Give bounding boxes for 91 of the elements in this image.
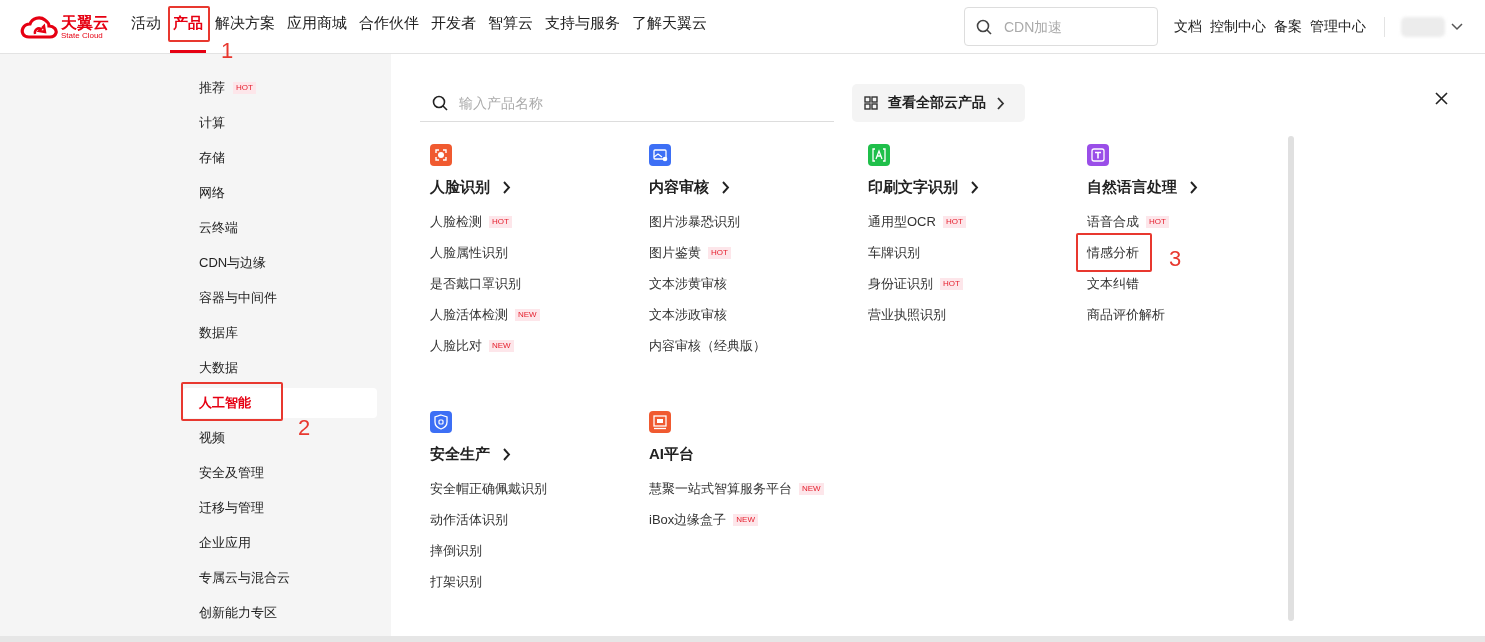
category-title[interactable]: 安全生产 xyxy=(430,443,511,465)
active-underline xyxy=(170,50,206,53)
sidebar-item[interactable]: 企业应用 xyxy=(183,531,251,554)
chevron-right-icon xyxy=(1189,180,1198,194)
scrollbar[interactable] xyxy=(1288,136,1294,621)
annotation-number: 2 xyxy=(298,417,311,439)
chevron-right-icon xyxy=(502,180,511,194)
logo-name: 天翼云 xyxy=(61,13,109,31)
sidebar-item[interactable]: 大数据 xyxy=(183,356,238,379)
tag-label: NEW xyxy=(489,339,514,352)
cloud-logo-icon xyxy=(20,13,58,40)
header-link[interactable]: 控制中心 xyxy=(1210,17,1266,36)
chevron-right-icon xyxy=(970,180,979,194)
product-link[interactable]: 营业执照识别 xyxy=(868,305,946,324)
tag-label: HOT xyxy=(708,246,731,259)
product-link[interactable]: 商品评价解析 xyxy=(1087,305,1165,324)
grid-icon xyxy=(864,96,878,110)
product-link[interactable]: 人脸活体检测 xyxy=(430,305,508,324)
sidebar-item[interactable]: 推荐 xyxy=(183,76,225,99)
close-icon xyxy=(1435,92,1448,105)
tag-label: HOT xyxy=(942,215,966,228)
annotation-number: 3 xyxy=(1169,247,1182,270)
search-icon xyxy=(976,18,992,35)
category-title[interactable]: 自然语言处理 xyxy=(1087,176,1198,198)
logo-subtitle: State Cloud xyxy=(61,30,103,40)
sidebar-item[interactable]: 创新能力专区 xyxy=(183,601,277,624)
product-link[interactable]: 文本涉黄审核 xyxy=(649,274,727,293)
product-link[interactable]: 人脸检测 xyxy=(430,212,482,231)
product-link[interactable]: 是否戴口罩识别 xyxy=(430,274,521,293)
annotation-box xyxy=(168,6,210,42)
header-link[interactable]: 备案 xyxy=(1274,17,1302,36)
annotation-number: 1 xyxy=(221,40,234,62)
search-field[interactable]: CDN加速 xyxy=(964,7,1158,46)
product-link[interactable]: 通用型OCR xyxy=(868,212,936,231)
product-link[interactable]: iBox边缘盒子 xyxy=(649,510,727,529)
product-link[interactable]: 内容审核（经典版） xyxy=(649,336,766,355)
sidebar-item[interactable]: CDN与边缘 xyxy=(183,251,267,274)
tag-label: NEW xyxy=(799,482,824,495)
category-title[interactable]: 印刷文字识别 xyxy=(868,176,979,198)
product-link[interactable]: 图片涉暴恐识别 xyxy=(649,212,740,231)
chevron-right-icon xyxy=(502,447,511,461)
sidebar-item[interactable]: 人工智能 xyxy=(183,387,377,418)
product-link[interactable]: 动作活体识别 xyxy=(430,510,508,529)
nav-link[interactable]: 活动 xyxy=(125,11,167,35)
product-link[interactable]: 文本纠错 xyxy=(1087,274,1139,293)
nav-link[interactable]: 智算云 xyxy=(482,11,539,35)
tag-label: HOT xyxy=(489,215,512,228)
chevron-right-icon xyxy=(996,96,1005,110)
nav-link[interactable]: 了解天翼云 xyxy=(626,11,713,35)
sidebar-item[interactable]: 云终端 xyxy=(183,216,238,239)
nav-link[interactable]: 应用商城 xyxy=(281,11,353,35)
tag-label: NEW xyxy=(733,513,758,526)
sidebar-item[interactable]: 视频 xyxy=(183,426,225,449)
product-link[interactable]: 人脸比对 xyxy=(430,336,482,355)
sidebar-item[interactable]: 计算 xyxy=(183,111,225,134)
product-link[interactable]: 文本涉政审核 xyxy=(649,305,727,324)
header-link[interactable]: 管理中心 xyxy=(1310,17,1366,36)
view-all-button[interactable]: 查看全部云产品 xyxy=(852,84,1025,122)
nav-link[interactable]: 合作伙伴 xyxy=(353,11,425,35)
product-link[interactable]: 打架识别 xyxy=(430,572,482,591)
nav-link[interactable]: 支持与服务 xyxy=(539,11,626,35)
sidebar-item[interactable]: 安全及管理 xyxy=(183,461,264,484)
category-title[interactable]: 人脸识别 xyxy=(430,176,511,198)
nav-link[interactable]: 解决方案 xyxy=(209,11,281,35)
tag-label: NEW xyxy=(515,308,540,321)
category-title[interactable]: AI平台 xyxy=(649,443,694,465)
tag-label: HOT xyxy=(233,81,256,94)
nav-link[interactable]: 开发者 xyxy=(425,11,482,35)
header-link[interactable]: 文档 xyxy=(1174,17,1202,36)
sidebar-item[interactable]: 专属云与混合云 xyxy=(183,566,290,589)
product-link[interactable]: 图片鉴黄 xyxy=(649,243,701,262)
product-link[interactable]: 情感分析 xyxy=(1087,243,1139,262)
sidebar-item[interactable]: 存储 xyxy=(183,146,225,169)
chevron-right-icon xyxy=(721,180,730,194)
product-link[interactable]: 车牌识别 xyxy=(868,243,920,262)
nav-link[interactable]: 产品 xyxy=(167,11,209,35)
sidebar-item[interactable]: 容器与中间件 xyxy=(183,286,277,309)
tag-label: HOT xyxy=(1146,215,1169,228)
product-link[interactable]: 摔倒识别 xyxy=(430,541,482,560)
product-link[interactable]: 人脸属性识别 xyxy=(430,243,508,262)
product-link[interactable]: 安全帽正确佩戴识别 xyxy=(430,479,547,498)
category-title[interactable]: 内容审核 xyxy=(649,176,730,198)
product-link[interactable]: 身份证识别 xyxy=(868,274,933,293)
caret-icon xyxy=(1451,22,1463,31)
product-link[interactable]: 慧聚一站式智算服务平台 xyxy=(649,479,792,498)
product-link[interactable]: 语音合成 xyxy=(1087,212,1139,231)
tag-label: HOT xyxy=(940,277,963,290)
search-icon xyxy=(432,95,448,111)
sidebar-item[interactable]: 网络 xyxy=(183,181,225,204)
sidebar-item[interactable]: 迁移与管理 xyxy=(183,496,264,519)
sidebar-item[interactable]: 数据库 xyxy=(183,321,238,344)
